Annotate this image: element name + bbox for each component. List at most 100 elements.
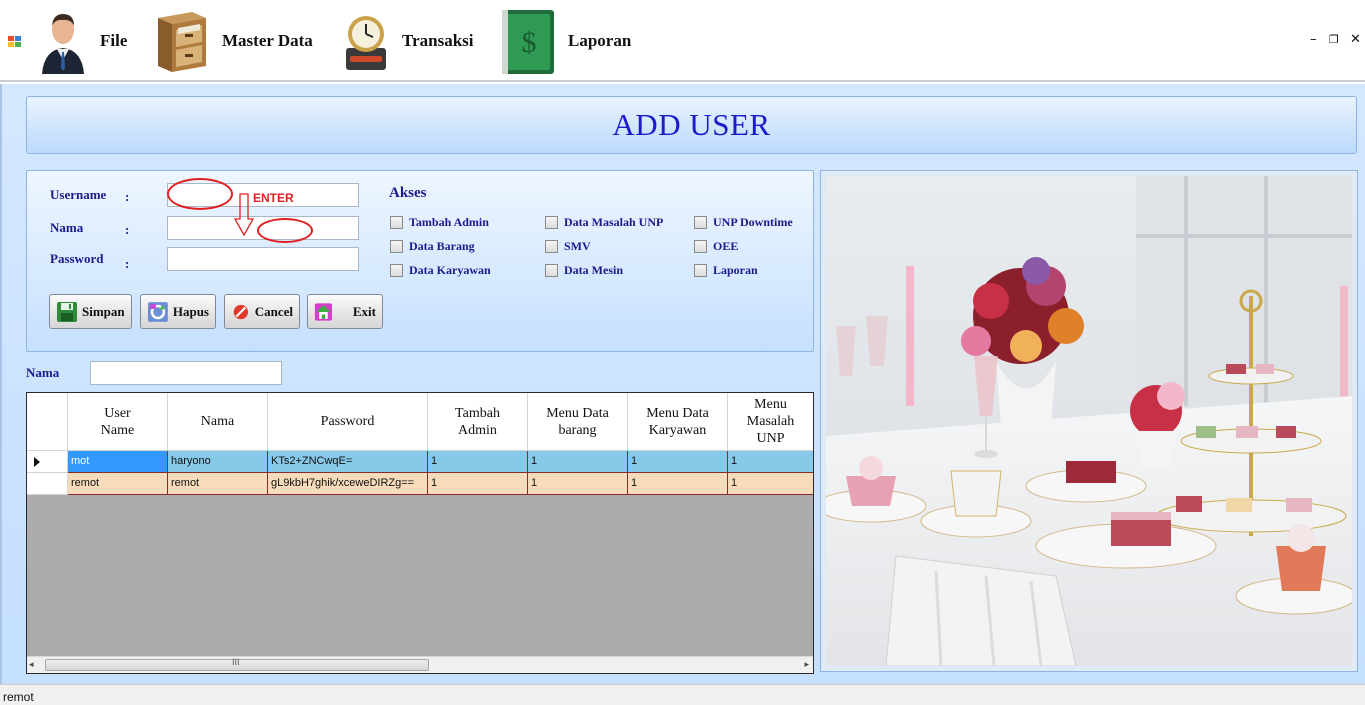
nama-colon: : xyxy=(125,222,130,237)
photo-panel xyxy=(820,170,1358,672)
scroll-right-icon[interactable]: ▸ xyxy=(804,659,809,670)
menu-master-data[interactable]: Master Data xyxy=(152,6,313,76)
simpan-button-label: Simpan xyxy=(82,303,125,319)
menubar: File Master Data Transaksi $ Laporan – ❐… xyxy=(0,0,1365,82)
refresh-icon xyxy=(147,301,168,322)
checkbox-oee[interactable]: OEE xyxy=(694,239,738,254)
column-header[interactable]: Menu Data Karyawan xyxy=(628,393,728,451)
scrollbar-thumb[interactable]: III xyxy=(45,657,429,671)
column-header[interactable]: Nama xyxy=(168,393,268,451)
column-header[interactable]: Menu Masalah UNP xyxy=(728,393,813,451)
table-cell[interactable]: 1 xyxy=(628,451,728,473)
scroll-left-icon[interactable]: ◂ xyxy=(29,659,34,670)
close-button[interactable]: ✕ xyxy=(1350,32,1361,47)
table-cell[interactable]: 1 xyxy=(628,473,728,495)
filing-cabinet-icon xyxy=(158,12,206,72)
checkbox-label: Data Masalah UNP xyxy=(564,215,664,229)
checkbox-box[interactable] xyxy=(390,264,403,277)
menu-laporan[interactable]: $ Laporan xyxy=(498,6,631,76)
cancel-button-label: Cancel xyxy=(254,303,293,319)
table-cell[interactable]: remot xyxy=(168,473,268,495)
table-cell[interactable]: haryono xyxy=(168,451,268,473)
table-cell[interactable]: 1 xyxy=(728,473,813,495)
grid-header: User Name Nama Password Tambah Admin Men… xyxy=(27,393,813,451)
username-colon: : xyxy=(125,189,130,204)
current-row-arrow-icon xyxy=(34,457,40,467)
status-text: remot xyxy=(3,690,34,704)
column-header[interactable]: Password xyxy=(268,393,428,451)
checkbox-data-karyawan[interactable]: Data Karyawan xyxy=(390,263,491,278)
table-cell[interactable]: mot xyxy=(68,451,168,473)
user-grid[interactable]: User Name Nama Password Tambah Admin Men… xyxy=(26,392,814,674)
checkbox-box[interactable] xyxy=(694,264,707,277)
scrollbar-grip: III xyxy=(232,657,240,667)
checkbox-box[interactable] xyxy=(694,240,707,253)
horizontal-scrollbar[interactable]: ◂ III ▸ xyxy=(27,656,813,673)
table-cell[interactable]: 1 xyxy=(728,451,813,473)
home-icon xyxy=(314,302,333,321)
businessman-icon xyxy=(42,14,84,74)
page-title: ADD USER xyxy=(612,107,771,142)
checkbox-data-mesin[interactable]: Data Mesin xyxy=(545,263,623,278)
exit-button[interactable]: Exit xyxy=(307,294,383,329)
table-cell[interactable]: KTs2+ZNCwqE= xyxy=(268,451,428,473)
password-colon: : xyxy=(125,256,130,271)
search-input[interactable] xyxy=(90,361,282,385)
menu-file[interactable]: File xyxy=(38,6,127,76)
table-cell[interactable]: gL9kbH7ghik/xceweDIRZg== xyxy=(268,473,428,495)
checkbox-data-masalah-unp[interactable]: Data Masalah UNP xyxy=(545,215,663,230)
simpan-button[interactable]: Simpan xyxy=(49,294,132,329)
checkbox-box[interactable] xyxy=(545,264,558,277)
hapus-button[interactable]: Hapus xyxy=(140,294,216,329)
checkbox-laporan[interactable]: Laporan xyxy=(694,263,758,278)
checkbox-data-barang[interactable]: Data Barang xyxy=(390,239,475,254)
checkbox-unp-downtime[interactable]: UNP Downtime xyxy=(694,215,793,230)
floppy-disk-icon xyxy=(57,301,77,322)
table-cell[interactable]: remot xyxy=(68,473,168,495)
checkbox-label: Data Karyawan xyxy=(409,263,491,277)
annotation-ellipse-nama xyxy=(257,218,313,243)
column-header[interactable]: Tambah Admin xyxy=(428,393,528,451)
cancel-icon xyxy=(233,304,249,319)
annotation-enter-label: ENTER xyxy=(253,191,294,205)
menu-laporan-label: Laporan xyxy=(568,31,632,50)
checkbox-smv[interactable]: SMV xyxy=(545,239,591,254)
row-header[interactable] xyxy=(27,451,68,473)
checkbox-box[interactable] xyxy=(694,216,707,229)
password-input[interactable] xyxy=(167,247,359,271)
table-cell[interactable]: 1 xyxy=(428,451,528,473)
checkbox-box[interactable] xyxy=(545,216,558,229)
exit-button-label: Exit xyxy=(352,303,376,319)
app-icon xyxy=(8,36,21,47)
status-bar: remot xyxy=(0,684,1365,705)
table-row[interactable]: remot remot gL9kbH7ghik/xceweDIRZg== 1 1… xyxy=(27,473,813,495)
username-label: Username xyxy=(50,187,107,202)
checkbox-box[interactable] xyxy=(545,240,558,253)
checkbox-label: UNP Downtime xyxy=(713,215,793,229)
grid-corner xyxy=(27,393,68,451)
checkbox-label: SMV xyxy=(564,239,591,253)
menu-transaksi[interactable]: Transaksi xyxy=(342,6,474,76)
table-cell[interactable]: 1 xyxy=(428,473,528,495)
form-panel: Username : Nama : Password : ENTER Akses… xyxy=(26,170,814,352)
menu-transaksi-label: Transaksi xyxy=(402,31,474,50)
menu-master-data-label: Master Data xyxy=(222,31,313,50)
row-header[interactable] xyxy=(27,473,68,495)
svg-text:$: $ xyxy=(522,26,537,59)
minimize-button[interactable]: – xyxy=(1310,32,1317,47)
column-header[interactable]: Menu Data barang xyxy=(528,393,628,451)
table-cell[interactable]: 1 xyxy=(528,473,628,495)
menu-file-label: File xyxy=(100,31,128,50)
checkbox-tambah-admin[interactable]: Tambah Admin xyxy=(390,215,489,230)
clock-drive-icon xyxy=(346,16,386,70)
table-cell[interactable]: 1 xyxy=(528,451,628,473)
checkbox-box[interactable] xyxy=(390,216,403,229)
main-area: ADD USER Username : Nama : Password : EN… xyxy=(0,84,1365,684)
title-panel: ADD USER xyxy=(26,96,1357,154)
cancel-button[interactable]: Cancel xyxy=(224,294,300,329)
table-row[interactable]: mot haryono KTs2+ZNCwqE= 1 1 1 1 xyxy=(27,451,813,473)
checkbox-label: Data Mesin xyxy=(564,263,623,277)
column-header[interactable]: User Name xyxy=(68,393,168,451)
checkbox-box[interactable] xyxy=(390,240,403,253)
restore-button[interactable]: ❐ xyxy=(1329,33,1339,46)
